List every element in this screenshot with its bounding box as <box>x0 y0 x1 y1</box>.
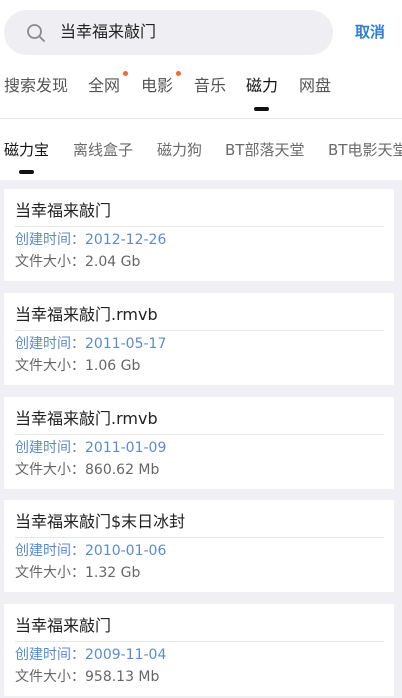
result-title: 当幸福来敲门$末日冰封 <box>15 512 186 531</box>
result-file-size: 文件大小：2.04 Gb <box>15 254 141 270</box>
result-divider <box>15 434 384 435</box>
result-title: 当幸福来敲门.rmvb <box>15 305 158 324</box>
tabs-divider <box>0 118 402 119</box>
tab-movies[interactable]: 电影 <box>141 76 173 96</box>
source-tabs: 磁力宝 离线盒子 磁力狗 BT部落天堂 BT电影天堂 <box>0 130 402 174</box>
search-icon <box>27 24 45 42</box>
result-file-size: 文件大小：1.06 Gb <box>15 358 141 374</box>
result-divider <box>15 641 384 642</box>
tab-search-discover[interactable]: 搜索发现 <box>4 76 68 96</box>
source-tab-bt-dianying[interactable]: BT电影天堂 <box>328 140 402 160</box>
tab-all-web-badge-dot <box>123 71 128 76</box>
result-card[interactable]: 当幸福来敲门.rmvb 创建时间：2011-01-09 文件大小：860.62 … <box>4 397 394 489</box>
search-input[interactable]: 当幸福来敲门 <box>4 10 333 55</box>
result-file-size: 文件大小：860.62 Mb <box>15 462 160 478</box>
search-query[interactable]: 当幸福来敲门 <box>60 22 156 42</box>
source-tab-bt-buluo[interactable]: BT部落天堂 <box>225 140 304 160</box>
result-file-size: 文件大小：1.32 Gb <box>15 565 141 581</box>
tab-all-web[interactable]: 全网 <box>88 76 120 96</box>
result-created-date: 创建时间：2011-05-17 <box>15 336 167 352</box>
result-title: 当幸福来敲门.rmvb <box>15 409 158 428</box>
result-card[interactable]: 当幸福来敲门 创建时间：2009-11-04 文件大小：958.13 Mb <box>4 604 394 696</box>
search-bar: 当幸福来敲门 取消 <box>0 0 402 66</box>
result-card[interactable]: 当幸福来敲门 创建时间：2012-12-26 文件大小：2.04 Gb <box>4 189 394 281</box>
category-tabs: 搜索发现 全网 电影 音乐 磁力 网盘 <box>0 66 402 116</box>
result-created-date: 创建时间：2012-12-26 <box>15 232 167 248</box>
tab-cloud-drive[interactable]: 网盘 <box>299 76 331 96</box>
active-source-indicator <box>19 170 34 174</box>
tab-music[interactable]: 音乐 <box>194 76 226 96</box>
result-title: 当幸福来敲门 <box>15 201 112 220</box>
tab-magnet[interactable]: 磁力 <box>246 76 278 96</box>
result-card[interactable]: 当幸福来敲门$末日冰封 创建时间：2010-01-06 文件大小：1.32 Gb <box>4 500 394 592</box>
result-divider <box>15 537 384 538</box>
result-divider <box>15 226 384 227</box>
source-tab-lixian-hezi[interactable]: 离线盒子 <box>73 140 133 160</box>
result-title: 当幸福来敲门 <box>15 616 112 635</box>
result-created-date: 创建时间：2011-01-09 <box>15 440 167 456</box>
result-created-date: 创建时间：2009-11-04 <box>15 647 167 663</box>
result-card[interactable]: 当幸福来敲门.rmvb 创建时间：2011-05-17 文件大小：1.06 Gb <box>4 293 394 385</box>
result-divider <box>15 330 384 331</box>
result-created-date: 创建时间：2010-01-06 <box>15 543 167 559</box>
cancel-button[interactable]: 取消 <box>355 22 385 42</box>
header-panel: 当幸福来敲门 取消 搜索发现 全网 电影 音乐 磁力 网盘 磁力宝 离线盒子 磁… <box>0 0 402 180</box>
tab-movies-badge-dot <box>176 71 181 76</box>
active-category-indicator <box>254 107 269 111</box>
result-file-size: 文件大小：958.13 Mb <box>15 669 160 685</box>
source-tab-cilibao[interactable]: 磁力宝 <box>4 140 49 160</box>
source-tab-cili-gou[interactable]: 磁力狗 <box>157 140 202 160</box>
